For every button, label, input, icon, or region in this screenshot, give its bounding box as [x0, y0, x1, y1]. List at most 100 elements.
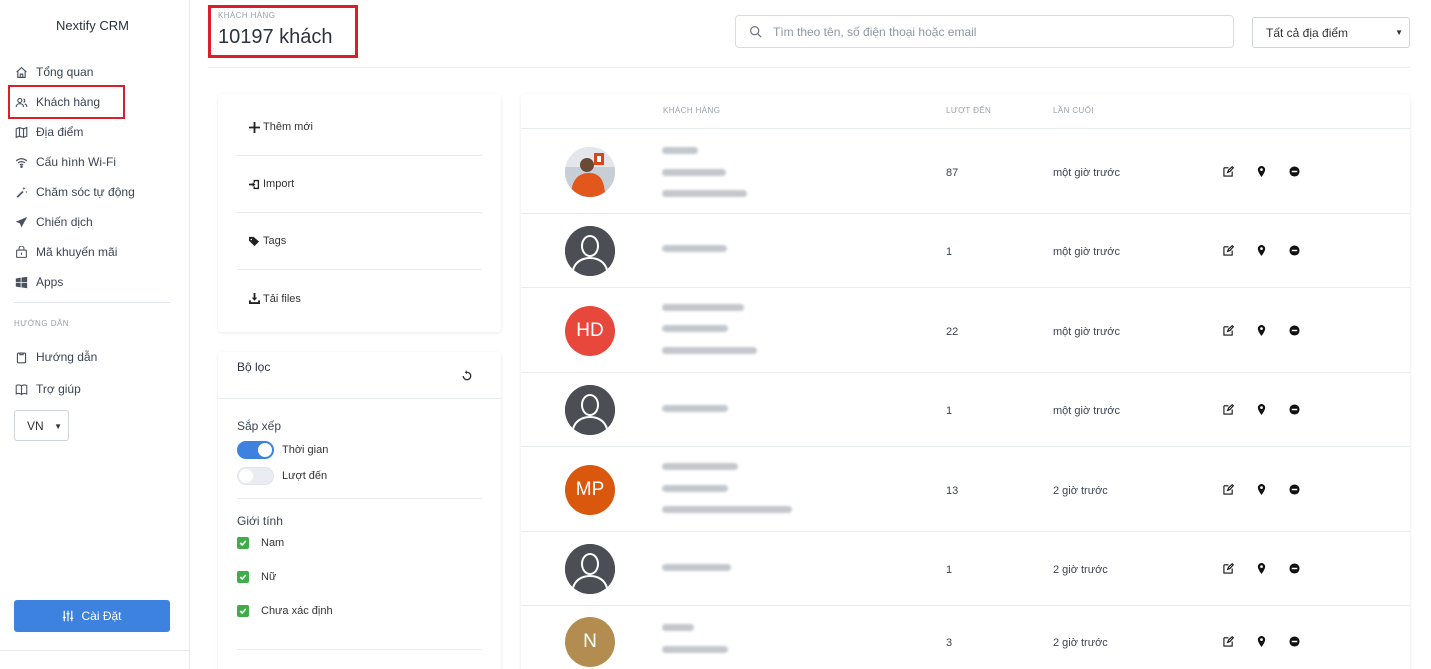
sidebar-item-huong-dan[interactable]: Hướng dẫn — [0, 341, 189, 373]
customer-table: KHÁCH HÀNG LƯỢT ĐẾN LẦN CUỐI 87 một giờ … — [521, 94, 1410, 669]
remove-icon[interactable] — [1288, 165, 1300, 177]
sort-option-visits[interactable]: Lượt đến — [237, 467, 327, 485]
edit-icon[interactable] — [1222, 562, 1234, 574]
book-icon — [14, 382, 28, 396]
gender-option-female[interactable]: Nữ — [237, 571, 276, 583]
sidebar-item-tong-quan[interactable]: Tổng quan — [0, 57, 189, 87]
edit-icon[interactable] — [1222, 635, 1234, 647]
search-bar — [735, 15, 1234, 48]
location-pin-icon[interactable] — [1255, 165, 1267, 177]
edit-icon[interactable] — [1222, 244, 1234, 256]
filter-card: Bộ lọc Sắp xếp Thời gian Lượt đến Giới t… — [218, 352, 501, 669]
remove-icon[interactable] — [1288, 244, 1300, 256]
filter-title: Bộ lọc — [237, 360, 271, 374]
download-files-button[interactable]: Tải files — [237, 270, 482, 327]
windows-icon — [14, 275, 28, 289]
tags-button[interactable]: Tags — [237, 213, 482, 270]
add-new-button[interactable]: Thêm mới — [237, 99, 482, 156]
gender-option-male[interactable]: Nam — [237, 537, 284, 549]
visit-count: 22 — [946, 326, 959, 338]
last-visit: 2 giờ trước — [1053, 485, 1108, 497]
edit-icon[interactable] — [1222, 403, 1234, 415]
blurred-email — [662, 190, 747, 197]
sidebar-divider — [14, 302, 170, 303]
users-icon — [14, 95, 28, 109]
location-pin-icon[interactable] — [1255, 403, 1267, 415]
brand-name: Nextify CRM — [56, 18, 129, 33]
remove-icon[interactable] — [1288, 562, 1300, 574]
sidebar-item-apps[interactable]: Apps — [0, 267, 189, 297]
sidebar-item-wifi[interactable]: Cấu hình Wi-Fi — [0, 147, 189, 177]
edit-icon[interactable] — [1222, 165, 1234, 177]
language-select[interactable]: VN ▼ — [14, 410, 69, 441]
filter-divider — [237, 498, 482, 499]
edit-icon[interactable] — [1222, 324, 1234, 336]
sidebar-item-tro-giup[interactable]: Trợ giúp — [0, 373, 189, 405]
import-button[interactable]: Import — [237, 156, 482, 213]
sidebar-nav: Tổng quan Khách hàng Địa điểm Cấu hình W… — [0, 57, 189, 297]
sort-option-time[interactable]: Thời gian — [237, 441, 328, 459]
sidebar-item-label: Mã khuyến mãi — [36, 245, 118, 259]
location-pin-icon[interactable] — [1255, 562, 1267, 574]
location-pin-icon[interactable] — [1255, 244, 1267, 256]
toggle-switch-off[interactable] — [237, 467, 274, 485]
location-pin-icon[interactable] — [1255, 635, 1267, 647]
checkbox-checked[interactable] — [237, 605, 249, 617]
table-row[interactable]: N 3 2 giờ trước — [521, 606, 1410, 669]
location-select[interactable]: Tất cả địa điểm ▼ — [1252, 17, 1410, 48]
settings-button[interactable]: Cài Đặt — [14, 600, 170, 632]
caret-down-icon: ▼ — [54, 422, 62, 431]
blurred-phone — [662, 405, 728, 412]
visit-count: 13 — [946, 485, 959, 497]
reset-icon[interactable] — [461, 370, 473, 382]
add-new-label: Thêm mới — [263, 121, 313, 133]
sidebar-item-dia-diem[interactable]: Địa điểm — [0, 117, 189, 147]
sidebar-guide-nav: Hướng dẫn Trợ giúp — [0, 341, 189, 405]
checkbox-checked[interactable] — [237, 537, 249, 549]
sidebar-item-cham-soc[interactable]: Chăm sóc tự động — [0, 177, 189, 207]
sidebar-item-label: Chăm sóc tự động — [36, 185, 135, 199]
remove-icon[interactable] — [1288, 403, 1300, 415]
table-row[interactable]: 87 một giờ trước — [521, 129, 1410, 214]
home-icon — [14, 65, 28, 79]
table-row[interactable]: 1 một giờ trước — [521, 214, 1410, 288]
table-row[interactable]: 1 2 giờ trước — [521, 532, 1410, 606]
blurred-phone — [662, 245, 727, 252]
toggle-switch-on[interactable] — [237, 441, 274, 459]
blurred-phone — [662, 169, 726, 176]
visit-count: 87 — [946, 167, 959, 179]
customer-avatar-initials: MP — [565, 465, 615, 515]
remove-icon[interactable] — [1288, 483, 1300, 495]
gender-option-label: Nữ — [261, 571, 277, 583]
location-value: Tất cả địa điểm — [1266, 25, 1349, 40]
wifi-icon — [14, 155, 28, 169]
location-pin-icon[interactable] — [1255, 483, 1267, 495]
blurred-phone — [662, 485, 728, 492]
remove-icon[interactable] — [1288, 324, 1300, 336]
sidebar-item-ma-khuyen-mai[interactable]: Mã khuyến mãi — [0, 237, 189, 267]
sidebar-item-label: Khách hàng — [36, 95, 101, 109]
table-row[interactable]: 1 một giờ trước — [521, 373, 1410, 447]
search-input[interactable] — [773, 24, 1213, 39]
last-visit: một giờ trước — [1053, 167, 1121, 179]
blurred-email — [662, 347, 757, 354]
blurred-name — [662, 304, 744, 311]
last-visit: một giờ trước — [1053, 326, 1121, 338]
sidebar-item-khach-hang[interactable]: Khách hàng — [0, 87, 189, 117]
gender-option-unknown[interactable]: Chưa xác định — [237, 605, 333, 617]
filter-divider — [237, 649, 482, 650]
customer-count: 10197 khách — [218, 26, 333, 48]
customer-avatar-default — [565, 226, 615, 276]
table-row[interactable]: MP 13 2 giờ trước — [521, 447, 1410, 532]
filter-divider — [218, 398, 501, 399]
sidebar-item-chien-dich[interactable]: Chiến dịch — [0, 207, 189, 237]
table-row[interactable]: HD 22 một giờ trước — [521, 288, 1410, 373]
row-actions — [1222, 635, 1321, 647]
customer-avatar-default — [565, 385, 615, 435]
header-divider — [208, 67, 1410, 68]
edit-icon[interactable] — [1222, 483, 1234, 495]
checkbox-checked[interactable] — [237, 571, 249, 583]
remove-icon[interactable] — [1288, 635, 1300, 647]
language-value: VN — [27, 418, 44, 433]
location-pin-icon[interactable] — [1255, 324, 1267, 336]
